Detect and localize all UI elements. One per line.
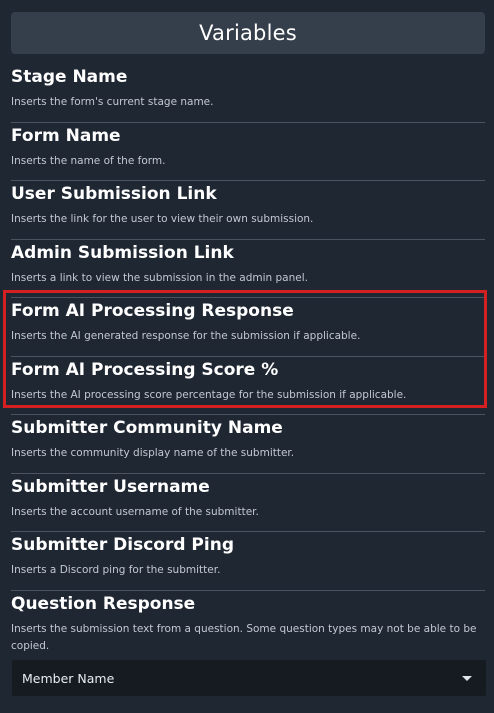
question-select-value: Member Name	[22, 670, 115, 686]
question-select[interactable]: Member Name	[12, 660, 486, 696]
variable-submitter-community-name[interactable]: Submitter Community Name Inserts the com…	[11, 415, 485, 474]
variable-description: Inserts the name of the form.	[11, 154, 166, 167]
variable-name: Submitter Community Name	[11, 418, 283, 438]
variable-name: Form AI Processing Score %	[11, 359, 279, 380]
variables-panel: Variables Stage Name Inserts the form's …	[0, 0, 494, 713]
variable-description: Inserts the link for the user to view th…	[11, 213, 314, 225]
variable-description: Inserts the form's current stage name.	[11, 96, 214, 108]
panel-title: Variables	[199, 21, 297, 45]
variable-submitter-discord-ping[interactable]: Submitter Discord Ping Inserts a Discord…	[11, 532, 485, 591]
variable-stage-name[interactable]: Stage Name Inserts the form's current st…	[11, 64, 485, 123]
variable-description: Inserts the AI generated response for th…	[11, 330, 361, 342]
variable-description: Inserts the AI processing score percenta…	[11, 388, 407, 401]
variable-description: Inserts a link to view the submission in…	[11, 271, 308, 284]
variable-submitter-username[interactable]: Submitter Username Inserts the account u…	[11, 474, 485, 532]
chevron-down-icon	[462, 675, 472, 681]
variable-name: User Submission Link	[11, 184, 217, 204]
variable-name: Question Response	[11, 593, 196, 614]
variable-name: Stage Name	[11, 67, 128, 87]
variable-name: Form Name	[11, 125, 121, 146]
variable-name: Form AI Processing Response	[11, 301, 294, 321]
variable-form-name[interactable]: Form Name Inserts the name of the form.	[11, 123, 485, 181]
variable-form-ai-processing-score[interactable]: Form AI Processing Score % Inserts the A…	[11, 357, 485, 415]
variable-description: Inserts a Discord ping for the submitter…	[11, 564, 221, 576]
variable-description: Inserts the account username of the subm…	[11, 505, 259, 518]
variable-description: Inserts the submission text from a quest…	[11, 622, 477, 652]
variable-description: Inserts the community display name of th…	[11, 447, 295, 459]
variable-name: Submitter Username	[11, 476, 210, 497]
variable-admin-submission-link[interactable]: Admin Submission Link Inserts a link to …	[11, 240, 485, 298]
variable-user-submission-link[interactable]: User Submission Link Inserts the link fo…	[11, 181, 485, 240]
variable-name: Admin Submission Link	[11, 242, 234, 263]
variable-question-response[interactable]: Question Response Inserts the submission…	[11, 591, 485, 655]
variable-name: Submitter Discord Ping	[11, 535, 234, 555]
variables-header: Variables	[11, 12, 485, 54]
variable-form-ai-processing-response[interactable]: Form AI Processing Response Inserts the …	[11, 298, 485, 357]
